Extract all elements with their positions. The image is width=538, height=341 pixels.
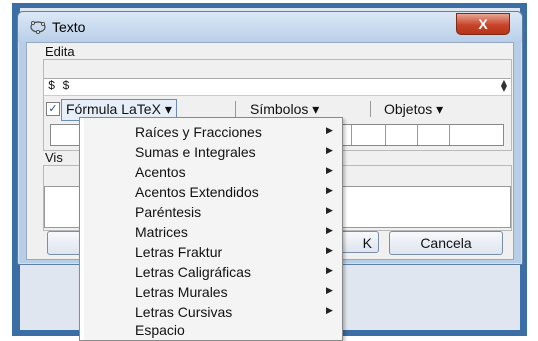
- close-icon: X: [478, 16, 488, 32]
- cell-divider: [351, 125, 352, 145]
- submenu-arrow-icon: ▶: [326, 165, 333, 175]
- menu-item-label: Raíces y Fracciones: [135, 124, 262, 140]
- menu-item-letras-cursivas[interactable]: Letras Cursivas ▶: [80, 302, 342, 322]
- latex-input-value: $ $: [48, 79, 70, 93]
- edit-label: Edita: [45, 44, 75, 59]
- menu-item-parentesis[interactable]: Paréntesis ▶: [80, 202, 342, 222]
- submenu-arrow-icon: ▶: [326, 305, 333, 315]
- submenu-arrow-icon: ▶: [326, 265, 333, 275]
- spinner-icon[interactable]: ▲ ▼: [499, 79, 509, 93]
- close-button[interactable]: X: [456, 13, 510, 35]
- menu-item-label: Paréntesis: [135, 204, 202, 220]
- menu-item-espacio[interactable]: Espacio: [80, 320, 342, 340]
- preview-label: Vis: [45, 150, 63, 165]
- menu-item-letras-murales[interactable]: Letras Murales ▶: [80, 282, 342, 302]
- cancel-button[interactable]: Cancela: [389, 231, 503, 255]
- menu-item-label: Letras Caligráficas: [135, 264, 251, 280]
- submenu-arrow-icon: ▶: [326, 225, 333, 235]
- objects-dropdown[interactable]: Objetos ▾: [380, 99, 447, 119]
- cell-divider: [449, 125, 450, 145]
- menu-item-acentos-extendidos[interactable]: Acentos Extendidos ▶: [80, 182, 342, 202]
- cell-divider: [417, 125, 418, 145]
- menu-item-acentos[interactable]: Acentos ▶: [80, 162, 342, 182]
- menu-item-letras-caligraficas[interactable]: Letras Caligráficas ▶: [80, 262, 342, 282]
- toolbar-separator: [370, 101, 371, 117]
- app-icon: [30, 21, 46, 34]
- latex-checkbox[interactable]: ✓: [46, 102, 60, 116]
- menu-item-label: Letras Cursivas: [135, 304, 233, 320]
- menu-item-label: Acentos Extendidos: [135, 184, 259, 200]
- window-title: Texto: [52, 19, 86, 35]
- menu-item-label: Sumas e Integrales: [135, 144, 256, 160]
- menu-item-matrices[interactable]: Matrices ▶: [80, 222, 342, 242]
- titlebar: Texto X: [18, 12, 522, 42]
- menu-item-label: Letras Murales: [135, 284, 228, 300]
- latex-dropdown-menu: Raíces y Fracciones ▶ Sumas e Integrales…: [79, 117, 343, 341]
- menu-item-label: Matrices: [135, 224, 188, 240]
- cell-divider: [385, 125, 386, 145]
- menu-item-label: Acentos: [135, 164, 186, 180]
- menu-item-label: Espacio: [135, 322, 185, 338]
- submenu-arrow-icon: ▶: [326, 285, 333, 295]
- submenu-arrow-icon: ▶: [326, 205, 333, 215]
- menu-item-sumas-integrales[interactable]: Sumas e Integrales ▶: [80, 142, 342, 162]
- menu-item-label: Letras Fraktur: [135, 244, 223, 260]
- menu-item-letras-fraktur[interactable]: Letras Fraktur ▶: [80, 242, 342, 262]
- symbols-dropdown[interactable]: Símbolos ▾: [246, 99, 323, 119]
- spin-down-icon[interactable]: ▼: [499, 85, 509, 93]
- submenu-arrow-icon: ▶: [326, 185, 333, 195]
- submenu-arrow-icon: ▶: [326, 125, 333, 135]
- submenu-arrow-icon: ▶: [326, 145, 333, 155]
- latex-input[interactable]: $ $ ▲ ▼: [44, 78, 511, 96]
- menu-item-raices-fracciones[interactable]: Raíces y Fracciones ▶: [80, 122, 342, 142]
- toolbar-separator: [235, 101, 236, 117]
- submenu-arrow-icon: ▶: [326, 245, 333, 255]
